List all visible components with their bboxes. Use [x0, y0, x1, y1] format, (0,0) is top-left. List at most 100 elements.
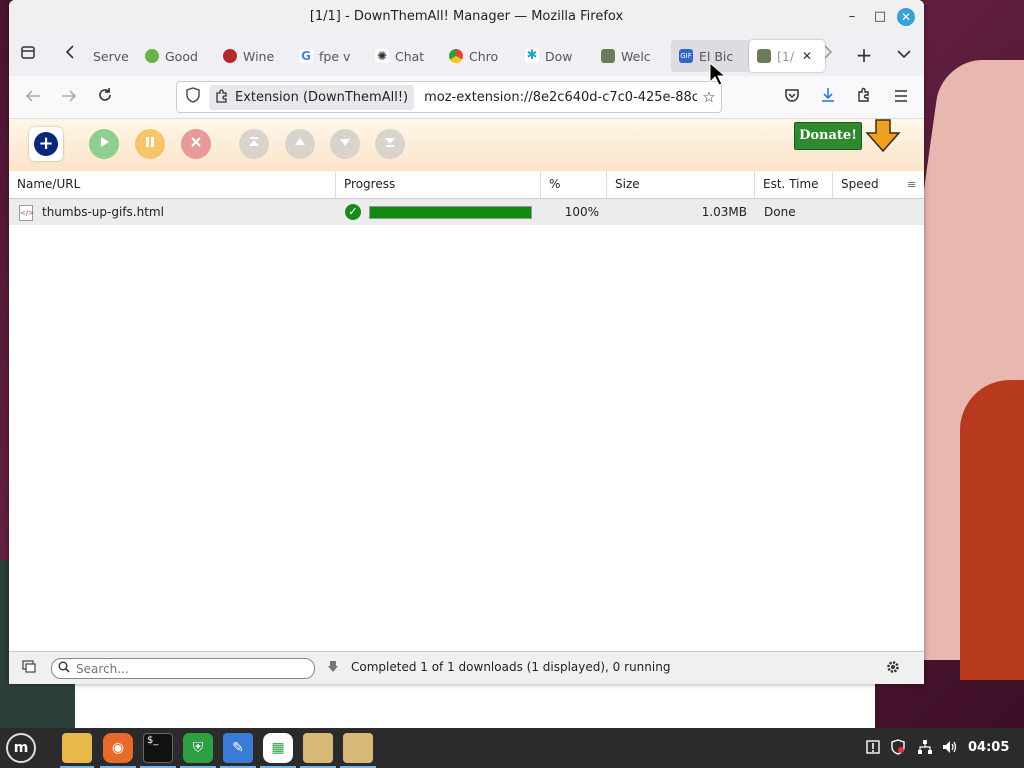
scroll-tabs-left-button[interactable] [59, 44, 81, 66]
firefox-view-button[interactable] [17, 44, 39, 66]
network-icon[interactable] [917, 739, 933, 759]
tab-title: [1/ [777, 48, 795, 64]
shield-icon[interactable]: ⛨ [183, 733, 213, 763]
column-header-percent[interactable]: % [541, 171, 607, 198]
tab-title: Good [165, 48, 198, 64]
forward-arrow-icon [62, 90, 77, 102]
extension-label: Extension (DownThemAll!) [235, 89, 409, 105]
column-header-size[interactable]: Size [607, 171, 755, 198]
back-button[interactable] [22, 87, 44, 109]
tab-title: Welc [621, 48, 651, 64]
chatgpt-icon: ✺ [375, 49, 389, 63]
scroll-tabs-right-button[interactable] [817, 44, 839, 66]
download-est-time: Done [764, 205, 796, 219]
table-row[interactable]: </> thumbs-up-gifs.html ✓ 100% 1.03MB Do… [9, 199, 924, 225]
close-tab-icon[interactable]: ✕ [802, 49, 812, 63]
new-tab-button[interactable]: + [853, 44, 875, 66]
mouse-cursor-icon [709, 62, 727, 86]
volume-icon[interactable] [942, 739, 958, 759]
update-manager-icon[interactable] [866, 739, 880, 759]
move-up-button[interactable] [285, 129, 315, 159]
checkmark-icon: ✓ [345, 204, 361, 220]
forward-button[interactable] [58, 87, 80, 109]
downloads-button[interactable] [817, 87, 839, 109]
bookmark-star-icon[interactable]: ☆ [697, 88, 721, 106]
tab[interactable]: Good [137, 40, 217, 72]
chevron-right-icon [824, 45, 833, 59]
download-size: 1.03MB [701, 205, 747, 219]
extensions-button[interactable] [854, 87, 876, 109]
search-icon [58, 661, 70, 676]
status-summary: Completed 1 of 1 downloads (1 displayed)… [351, 660, 671, 674]
tab-title: Serve [93, 48, 129, 64]
clock[interactable]: 04:05 [968, 740, 1009, 755]
add-download-button[interactable]: + [29, 127, 63, 161]
pause-button[interactable] [135, 129, 165, 159]
move-bottom-button[interactable] [375, 129, 405, 159]
back-arrow-icon [25, 90, 40, 102]
downthemall-icon [601, 49, 615, 63]
search-field[interactable] [51, 658, 315, 679]
maximize-button[interactable]: □ [871, 8, 889, 26]
tab-active[interactable]: [1/ ✕ [749, 40, 825, 72]
cancel-button[interactable] [181, 129, 211, 159]
tracking-protection-icon[interactable] [181, 87, 205, 107]
chevron-down-icon [897, 50, 911, 59]
column-header-progress[interactable]: Progress [336, 171, 541, 198]
html-file-icon: </> [19, 205, 34, 221]
text-editor-icon[interactable]: ✎ [223, 733, 253, 763]
status-bar: Completed 1 of 1 downloads (1 displayed)… [9, 651, 924, 684]
folder-icon[interactable] [303, 733, 333, 763]
folder-icon[interactable] [343, 733, 373, 763]
linux-mint-menu-icon[interactable]: m [6, 733, 36, 763]
move-down-button[interactable] [330, 129, 360, 159]
url-text[interactable]: moz-extension://8e2c640d-c7c0-425e-88c9 [424, 90, 697, 105]
dta-toolbar: + Donate! [9, 119, 924, 171]
donate-arrow-icon [865, 119, 901, 153]
tab[interactable]: ✱ Dow [517, 40, 597, 72]
column-header-est-time[interactable]: Est. Time [755, 171, 833, 198]
firefox-window: [1/1] - DownThemAll! Manager — Mozilla F… [9, 0, 924, 684]
settings-gear-icon[interactable] [885, 660, 901, 676]
files-folder-icon[interactable] [62, 733, 92, 763]
download-speed [842, 199, 922, 225]
menu-button[interactable] [890, 87, 912, 109]
arrow-up-icon [295, 138, 305, 145]
resume-button[interactable] [89, 129, 119, 159]
navigation-bar: Extension (DownThemAll!) moz-extension:/… [9, 76, 924, 119]
arrow-down-icon [340, 139, 350, 146]
move-top-button[interactable] [239, 129, 269, 159]
minimize-button[interactable]: – [843, 8, 861, 26]
firefox-icon[interactable]: ◉ [103, 733, 133, 763]
tab[interactable]: G fpe v [291, 40, 371, 72]
network-monitor-icon[interactable] [21, 660, 37, 676]
tab[interactable]: Wine [215, 40, 297, 72]
pocket-button[interactable] [781, 87, 803, 109]
spreadsheet-icon[interactable]: ▦ [263, 733, 293, 763]
search-input[interactable] [74, 660, 298, 677]
gif-icon: GIF [679, 49, 693, 63]
extension-identity-box[interactable]: Extension (DownThemAll!) [209, 84, 415, 110]
download-arrow-icon [325, 660, 341, 676]
tab[interactable]: Welc [593, 40, 677, 72]
list-all-tabs-button[interactable] [893, 44, 915, 66]
terminal-icon[interactable]: $_ [143, 733, 173, 763]
firefox-view-icon [21, 46, 35, 59]
pause-icon [146, 137, 154, 147]
tab-bar: Serve Good Wine G fpe v ✺ Chat Chro ✱ Do… [9, 34, 924, 76]
reload-button[interactable] [94, 87, 116, 109]
puzzle-icon [858, 87, 869, 102]
address-bar[interactable]: Extension (DownThemAll!) moz-extension:/… [176, 81, 722, 113]
close-window-button[interactable]: ✕ [897, 8, 915, 26]
donate-button[interactable]: Donate! [794, 122, 862, 150]
tab-title: fpe v [319, 48, 351, 64]
column-header-name[interactable]: Name/URL [9, 171, 336, 198]
tab[interactable]: ✺ Chat [367, 40, 447, 72]
tab[interactable]: Chro [441, 40, 523, 72]
column-picker-icon[interactable]: ≡ [907, 171, 916, 198]
play-icon [101, 137, 109, 147]
security-shield-icon[interactable] [891, 739, 905, 759]
tab-title: Dow [545, 48, 573, 64]
move-bottom-icon [385, 138, 395, 147]
x-icon [191, 137, 201, 147]
